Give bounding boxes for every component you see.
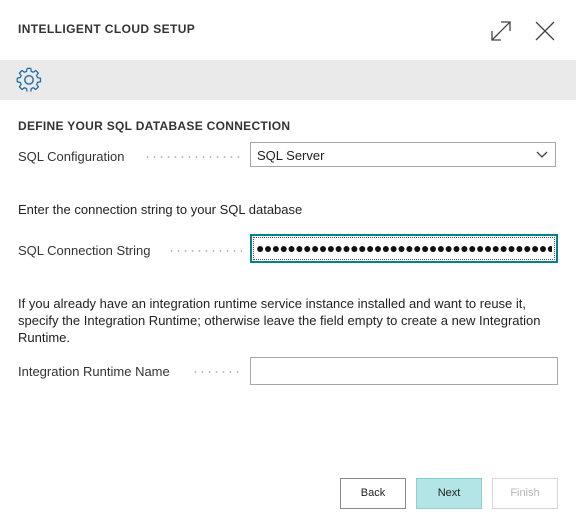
sql-configuration-value: SQL Server [257,148,325,163]
close-button[interactable] [532,18,558,44]
integration-runtime-name-input[interactable] [250,357,558,385]
settings-button[interactable] [16,67,42,93]
connection-instructions: Enter the connection string to your SQL … [18,202,303,217]
dialog-title: INTELLIGENT CLOUD SETUP [18,22,196,36]
sql-configuration-label: SQL Configuration [18,149,125,164]
action-bar [0,60,576,100]
label-leader-dots [144,156,242,158]
sql-connection-string-value: ●●●●●●●●●●●●●●●●●●●●●●●●●●●●●●●●●●●●●●●● [256,240,552,256]
next-button[interactable]: Next [416,478,482,509]
expand-icon [491,21,511,41]
sql-configuration-dropdown[interactable]: SQL Server [250,142,556,167]
label-leader-dots [168,250,242,252]
finish-button[interactable]: Finish [492,478,558,509]
label-leader-dots [192,371,242,373]
expand-button[interactable] [488,18,514,44]
back-button[interactable]: Back [340,478,406,509]
title-bar: INTELLIGENT CLOUD SETUP [0,0,576,60]
sql-connection-string-input[interactable]: ●●●●●●●●●●●●●●●●●●●●●●●●●●●●●●●●●●●●●●●● [250,234,558,263]
integration-runtime-name-label: Integration Runtime Name [18,364,170,379]
runtime-instructions: If you already have an integration runti… [18,296,541,345]
sql-connection-string-label: SQL Connection String [18,243,151,258]
close-icon [535,21,555,41]
gear-icon [16,67,42,92]
chevron-down-icon [536,151,548,158]
section-title: DEFINE YOUR SQL DATABASE CONNECTION [18,119,291,133]
